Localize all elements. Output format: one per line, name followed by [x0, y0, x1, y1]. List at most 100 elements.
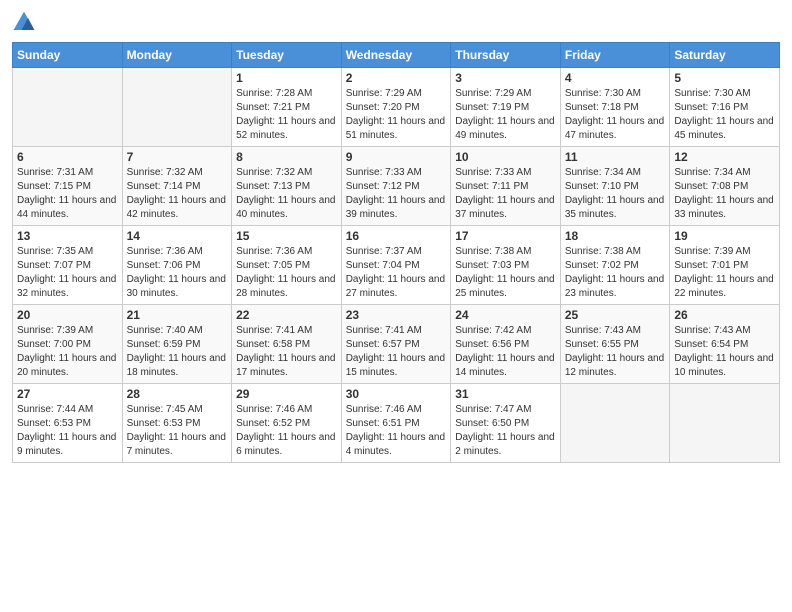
day-detail: Sunrise: 7:41 AMSunset: 6:58 PMDaylight:… [236, 325, 335, 378]
calendar-cell: 22 Sunrise: 7:41 AMSunset: 6:58 PMDayligh… [232, 305, 342, 384]
calendar-cell: 18 Sunrise: 7:38 AMSunset: 7:02 PMDayligh… [560, 226, 670, 305]
calendar-cell: 16 Sunrise: 7:37 AMSunset: 7:04 PMDayligh… [341, 226, 451, 305]
day-number: 1 [236, 71, 337, 85]
day-number: 19 [674, 229, 775, 243]
day-detail: Sunrise: 7:40 AMSunset: 6:59 PMDaylight:… [127, 325, 226, 378]
calendar-cell: 15Sunrise: 7:36 AMSunset: 7:05 PMDayligh… [232, 226, 342, 305]
day-detail: Sunrise: 7:37 AMSunset: 7:04 PMDaylight:… [346, 246, 445, 299]
day-detail: Sunrise: 7:38 AMSunset: 7:03 PMDaylight:… [455, 246, 554, 299]
calendar-cell: 19 Sunrise: 7:39 AMSunset: 7:01 PMDayligh… [670, 226, 780, 305]
day-number: 21 [127, 308, 228, 322]
day-detail: Sunrise: 7:31 AMSunset: 7:15 PMDaylight:… [17, 167, 116, 220]
day-detail: Sunrise: 7:33 AMSunset: 7:11 PMDaylight:… [455, 167, 554, 220]
day-detail: Sunrise: 7:28 AMSunset: 7:21 PMDaylight:… [236, 88, 335, 141]
calendar-cell: 29Sunrise: 7:46 AMSunset: 6:52 PMDayligh… [232, 384, 342, 463]
calendar-cell: 28 Sunrise: 7:45 AMSunset: 6:53 PMDayligh… [122, 384, 232, 463]
day-number: 20 [17, 308, 118, 322]
day-number: 13 [17, 229, 118, 243]
calendar-cell: 9Sunrise: 7:33 AMSunset: 7:12 PMDaylight… [341, 147, 451, 226]
calendar-cell: 3 Sunrise: 7:29 AMSunset: 7:19 PMDaylight… [451, 68, 561, 147]
day-header-sunday: Sunday [13, 43, 123, 68]
day-header-tuesday: Tuesday [232, 43, 342, 68]
calendar-cell: 2 Sunrise: 7:29 AMSunset: 7:20 PMDaylight… [341, 68, 451, 147]
calendar-cell: 11Sunrise: 7:34 AMSunset: 7:10 PMDayligh… [560, 147, 670, 226]
day-number: 12 [674, 150, 775, 164]
week-row-4: 20 Sunrise: 7:39 AMSunset: 7:00 PMDayligh… [13, 305, 780, 384]
calendar-cell: 13 Sunrise: 7:35 AMSunset: 7:07 PMDayligh… [13, 226, 123, 305]
header [12, 10, 780, 34]
calendar-cell [670, 384, 780, 463]
calendar-cell: 17Sunrise: 7:38 AMSunset: 7:03 PMDayligh… [451, 226, 561, 305]
day-number: 24 [455, 308, 556, 322]
day-detail: Sunrise: 7:29 AMSunset: 7:20 PMDaylight:… [346, 88, 445, 141]
day-number: 28 [127, 387, 228, 401]
calendar-cell: 23 Sunrise: 7:41 AMSunset: 6:57 PMDayligh… [341, 305, 451, 384]
day-number: 3 [455, 71, 556, 85]
day-detail: Sunrise: 7:30 AMSunset: 7:18 PMDaylight:… [565, 88, 664, 141]
day-number: 14 [127, 229, 228, 243]
day-detail: Sunrise: 7:43 AMSunset: 6:55 PMDaylight:… [565, 325, 664, 378]
calendar-cell: 1 Sunrise: 7:28 AMSunset: 7:21 PMDaylight… [232, 68, 342, 147]
day-detail: Sunrise: 7:39 AMSunset: 7:00 PMDaylight:… [17, 325, 116, 378]
week-row-2: 6Sunrise: 7:31 AMSunset: 7:15 PMDaylight… [13, 147, 780, 226]
day-number: 30 [346, 387, 447, 401]
day-number: 26 [674, 308, 775, 322]
day-detail: Sunrise: 7:42 AMSunset: 6:56 PMDaylight:… [455, 325, 554, 378]
day-number: 10 [455, 150, 556, 164]
day-number: 8 [236, 150, 337, 164]
calendar-cell: 7 Sunrise: 7:32 AMSunset: 7:14 PMDaylight… [122, 147, 232, 226]
day-number: 9 [346, 150, 447, 164]
day-header-monday: Monday [122, 43, 232, 68]
day-number: 2 [346, 71, 447, 85]
day-number: 16 [346, 229, 447, 243]
day-number: 15 [236, 229, 337, 243]
day-detail: Sunrise: 7:29 AMSunset: 7:19 PMDaylight:… [455, 88, 554, 141]
calendar-cell: 4 Sunrise: 7:30 AMSunset: 7:18 PMDaylight… [560, 68, 670, 147]
calendar-cell: 12 Sunrise: 7:34 AMSunset: 7:08 PMDayligh… [670, 147, 780, 226]
day-detail: Sunrise: 7:47 AMSunset: 6:50 PMDaylight:… [455, 404, 554, 457]
logo [12, 10, 40, 34]
calendar-cell: 5Sunrise: 7:30 AMSunset: 7:16 PMDaylight… [670, 68, 780, 147]
week-row-1: 1 Sunrise: 7:28 AMSunset: 7:21 PMDaylight… [13, 68, 780, 147]
day-detail: Sunrise: 7:38 AMSunset: 7:02 PMDaylight:… [565, 246, 664, 299]
calendar-cell: 24 Sunrise: 7:42 AMSunset: 6:56 PMDayligh… [451, 305, 561, 384]
page-container: SundayMondayTuesdayWednesdayThursdayFrid… [0, 0, 792, 473]
calendar-cell [560, 384, 670, 463]
calendar-cell [13, 68, 123, 147]
week-row-3: 13 Sunrise: 7:35 AMSunset: 7:07 PMDayligh… [13, 226, 780, 305]
day-number: 25 [565, 308, 666, 322]
header-row: SundayMondayTuesdayWednesdayThursdayFrid… [13, 43, 780, 68]
calendar-cell: 20 Sunrise: 7:39 AMSunset: 7:00 PMDayligh… [13, 305, 123, 384]
day-number: 22 [236, 308, 337, 322]
calendar-cell: 27 Sunrise: 7:44 AMSunset: 6:53 PMDayligh… [13, 384, 123, 463]
calendar-cell: 25 Sunrise: 7:43 AMSunset: 6:55 PMDayligh… [560, 305, 670, 384]
day-number: 18 [565, 229, 666, 243]
day-detail: Sunrise: 7:46 AMSunset: 6:51 PMDaylight:… [346, 404, 445, 457]
day-detail: Sunrise: 7:30 AMSunset: 7:16 PMDaylight:… [674, 88, 773, 141]
day-detail: Sunrise: 7:45 AMSunset: 6:53 PMDaylight:… [127, 404, 226, 457]
day-number: 27 [17, 387, 118, 401]
day-detail: Sunrise: 7:32 AMSunset: 7:13 PMDaylight:… [236, 167, 335, 220]
calendar-cell: 21 Sunrise: 7:40 AMSunset: 6:59 PMDayligh… [122, 305, 232, 384]
day-number: 4 [565, 71, 666, 85]
calendar-cell [122, 68, 232, 147]
day-detail: Sunrise: 7:39 AMSunset: 7:01 PMDaylight:… [674, 246, 773, 299]
calendar-cell: 10 Sunrise: 7:33 AMSunset: 7:11 PMDayligh… [451, 147, 561, 226]
day-detail: Sunrise: 7:43 AMSunset: 6:54 PMDaylight:… [674, 325, 773, 378]
day-number: 23 [346, 308, 447, 322]
calendar-cell: 31 Sunrise: 7:47 AMSunset: 6:50 PMDayligh… [451, 384, 561, 463]
day-detail: Sunrise: 7:44 AMSunset: 6:53 PMDaylight:… [17, 404, 116, 457]
day-detail: Sunrise: 7:35 AMSunset: 7:07 PMDaylight:… [17, 246, 116, 299]
day-number: 29 [236, 387, 337, 401]
day-number: 31 [455, 387, 556, 401]
day-header-friday: Friday [560, 43, 670, 68]
day-header-wednesday: Wednesday [341, 43, 451, 68]
day-detail: Sunrise: 7:41 AMSunset: 6:57 PMDaylight:… [346, 325, 445, 378]
day-detail: Sunrise: 7:34 AMSunset: 7:08 PMDaylight:… [674, 167, 773, 220]
day-header-saturday: Saturday [670, 43, 780, 68]
day-detail: Sunrise: 7:32 AMSunset: 7:14 PMDaylight:… [127, 167, 226, 220]
day-number: 7 [127, 150, 228, 164]
calendar-cell: 26 Sunrise: 7:43 AMSunset: 6:54 PMDayligh… [670, 305, 780, 384]
calendar-cell: 8 Sunrise: 7:32 AMSunset: 7:13 PMDaylight… [232, 147, 342, 226]
calendar-cell: 6Sunrise: 7:31 AMSunset: 7:15 PMDaylight… [13, 147, 123, 226]
